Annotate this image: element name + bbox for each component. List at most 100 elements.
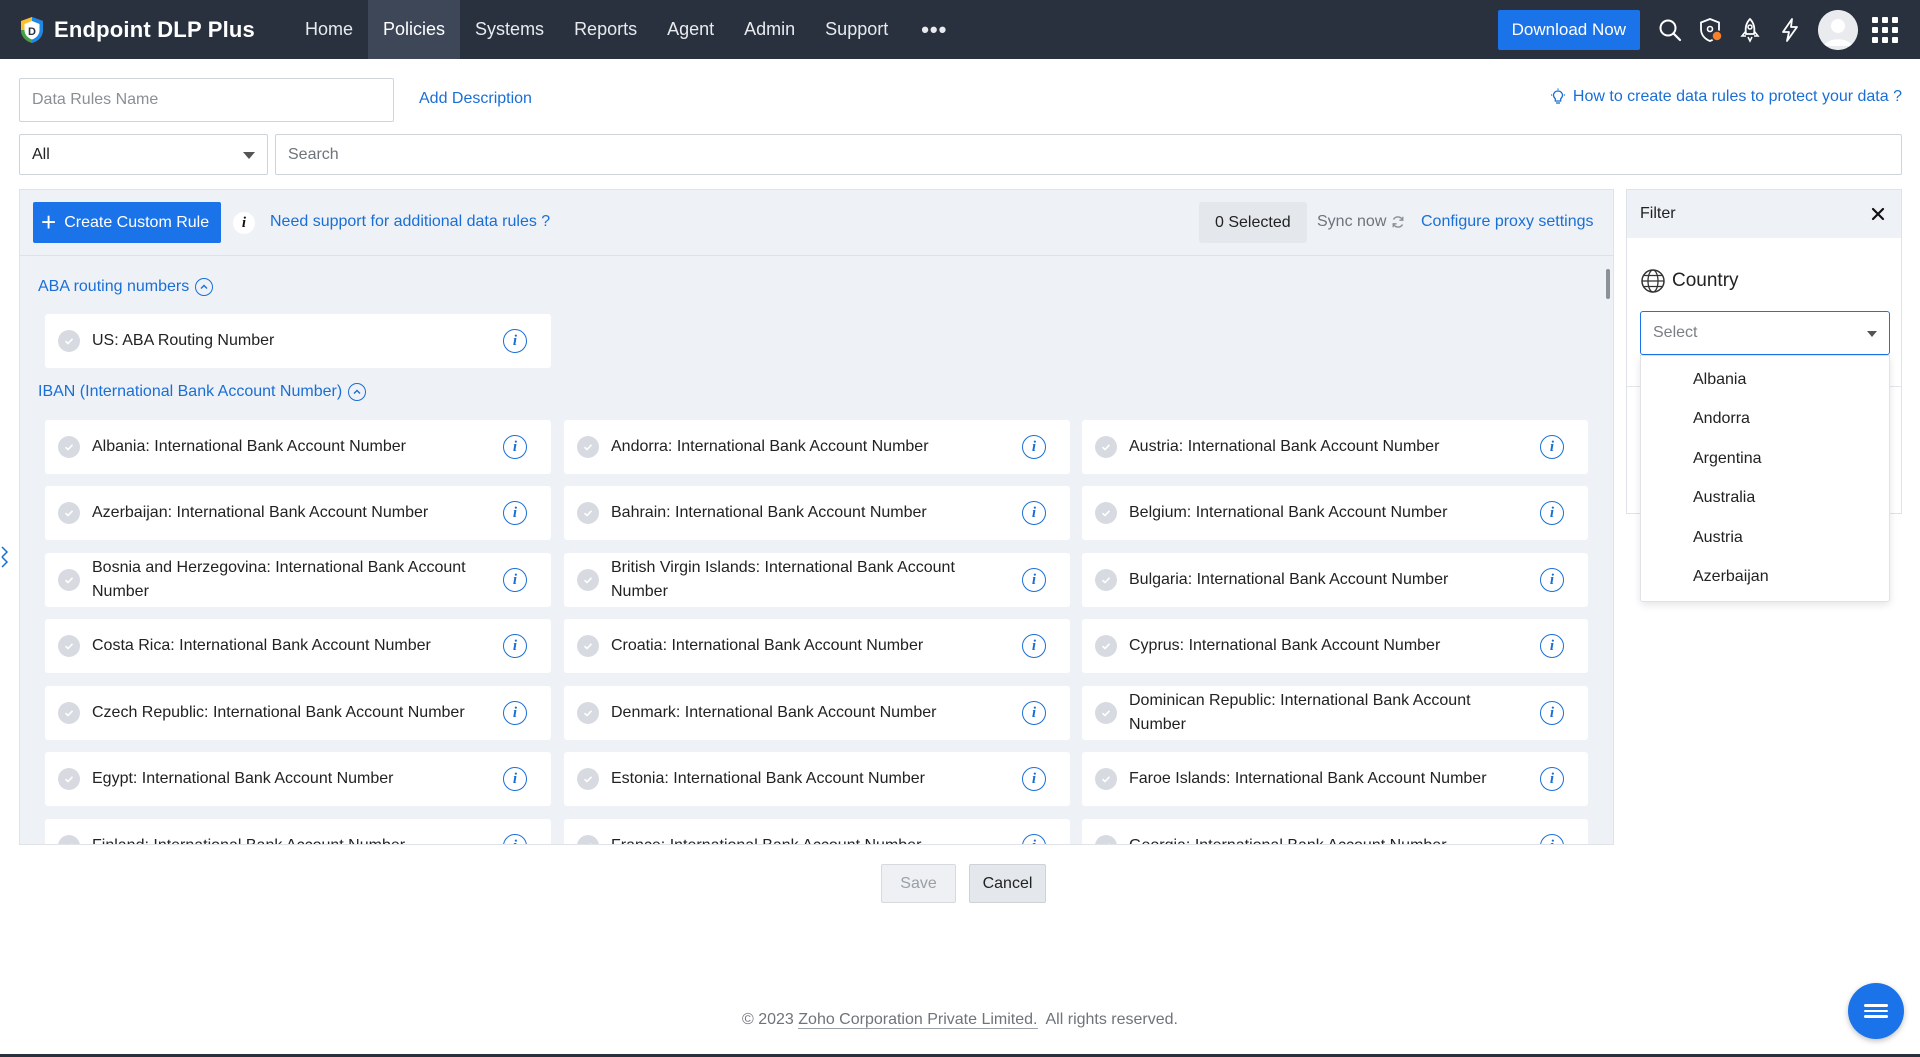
check-icon[interactable] (1095, 436, 1117, 458)
nav-admin[interactable]: Admin (729, 0, 810, 59)
rule-card[interactable]: Dominican Republic: International Bank A… (1082, 686, 1588, 740)
nav-agent[interactable]: Agent (652, 0, 729, 59)
rule-card[interactable]: Denmark: International Bank Account Numb… (564, 686, 1070, 740)
check-icon[interactable] (577, 436, 599, 458)
info-icon[interactable]: i (1540, 568, 1564, 592)
dropdown-option[interactable]: Azerbaijan (1693, 568, 1769, 586)
check-icon[interactable] (1095, 768, 1117, 790)
info-icon[interactable]: i (503, 701, 527, 725)
dropdown-option[interactable]: Andorra (1693, 410, 1750, 428)
nav-systems[interactable]: Systems (460, 0, 559, 59)
info-icon[interactable]: i (1540, 834, 1564, 844)
info-icon[interactable]: i (1540, 634, 1564, 658)
dropdown-option[interactable]: Albania (1693, 371, 1746, 389)
nav-reports[interactable]: Reports (559, 0, 652, 59)
info-icon[interactable]: i (1540, 701, 1564, 725)
dropdown-option[interactable]: Australia (1693, 489, 1755, 507)
search-icon[interactable] (1650, 10, 1690, 50)
data-rules-name-input[interactable] (19, 78, 394, 122)
rule-card[interactable]: Costa Rica: International Bank Account N… (45, 619, 551, 673)
dropdown-option[interactable]: Austria (1693, 529, 1743, 547)
info-icon[interactable]: i (1022, 568, 1046, 592)
rule-card[interactable]: Egypt: International Bank Account Number… (45, 752, 551, 806)
check-icon[interactable] (1095, 569, 1117, 591)
rule-card[interactable]: Albania: International Bank Account Numb… (45, 420, 551, 474)
need-support-link[interactable]: Need support for additional data rules ? (270, 213, 550, 231)
country-select[interactable]: Select (1640, 311, 1890, 355)
apps-grid-icon[interactable] (1872, 16, 1898, 43)
nav-home[interactable]: Home (290, 0, 368, 59)
nav-policies[interactable]: Policies (368, 0, 461, 59)
check-icon[interactable] (577, 702, 599, 724)
cancel-button[interactable]: Cancel (969, 864, 1046, 903)
configure-proxy-link[interactable]: Configure proxy settings (1421, 213, 1594, 231)
check-icon[interactable] (58, 635, 80, 657)
info-icon[interactable]: i (1022, 701, 1046, 725)
check-icon[interactable] (577, 768, 599, 790)
info-icon[interactable]: i (1540, 501, 1564, 525)
scrollbar-thumb[interactable] (1606, 269, 1610, 299)
menu-fab-button[interactable] (1848, 983, 1904, 1039)
rule-card[interactable]: Croatia: International Bank Account Numb… (564, 619, 1070, 673)
download-now-button[interactable]: Download Now (1497, 9, 1640, 50)
group-title-iban[interactable]: IBAN (International Bank Account Number) (38, 383, 367, 401)
check-icon[interactable] (58, 330, 80, 352)
rule-card[interactable]: British Virgin Islands: International Ba… (564, 553, 1070, 607)
check-icon[interactable] (577, 502, 599, 524)
more-menu-icon[interactable]: ••• (903, 0, 965, 59)
rule-card[interactable]: France: International Bank Account Numbe… (564, 819, 1070, 844)
info-icon[interactable]: i (1022, 435, 1046, 459)
rule-card[interactable]: Bulgaria: International Bank Account Num… (1082, 553, 1588, 607)
info-icon[interactable]: i (503, 834, 527, 844)
rule-card[interactable]: Faroe Islands: International Bank Accoun… (1082, 752, 1588, 806)
rule-card[interactable]: Andorra: International Bank Account Numb… (564, 420, 1070, 474)
rocket-icon[interactable] (1730, 10, 1770, 50)
check-icon[interactable] (58, 768, 80, 790)
info-icon[interactable]: i (1540, 767, 1564, 791)
info-icon[interactable]: i (503, 568, 527, 592)
check-icon[interactable] (58, 835, 80, 844)
group-title-aba[interactable]: ABA routing numbers (38, 278, 214, 296)
close-icon[interactable] (1867, 203, 1889, 225)
info-icon[interactable]: i (1540, 435, 1564, 459)
info-icon[interactable]: i (503, 634, 527, 658)
rule-card[interactable]: US: ABA Routing Number i (45, 314, 551, 368)
dropdown-option[interactable]: Argentina (1693, 450, 1762, 468)
check-icon[interactable] (577, 835, 599, 844)
category-select[interactable]: All (19, 134, 268, 175)
sidebar-expand-handle[interactable] (0, 544, 10, 570)
check-icon[interactable] (58, 702, 80, 724)
rule-card[interactable]: Bosnia and Herzegovina: International Ba… (45, 553, 551, 607)
rule-card[interactable]: Finland: International Bank Account Numb… (45, 819, 551, 844)
info-icon[interactable]: i (503, 501, 527, 525)
check-icon[interactable] (1095, 835, 1117, 844)
add-description-link[interactable]: Add Description (419, 90, 532, 108)
rule-card[interactable]: Bahrain: International Bank Account Numb… (564, 486, 1070, 540)
rule-card[interactable]: Azerbaijan: International Bank Account N… (45, 486, 551, 540)
rule-card[interactable]: Belgium: International Bank Account Numb… (1082, 486, 1588, 540)
rule-card[interactable]: Georgia: International Bank Account Numb… (1082, 819, 1588, 844)
company-link[interactable]: Zoho Corporation Private Limited. (798, 1011, 1038, 1029)
sync-now-button[interactable]: Sync now (1317, 213, 1405, 231)
check-icon[interactable] (1095, 702, 1117, 724)
lightning-icon[interactable] (1770, 10, 1810, 50)
info-icon[interactable]: i (1022, 634, 1046, 658)
info-icon[interactable]: i (1022, 767, 1046, 791)
howto-link[interactable]: How to create data rules to protect your… (1549, 88, 1902, 106)
save-button[interactable]: Save (881, 864, 956, 903)
info-icon[interactable]: i (503, 329, 527, 353)
check-icon[interactable] (58, 436, 80, 458)
user-avatar[interactable] (1818, 9, 1858, 50)
info-icon[interactable]: i (1022, 834, 1046, 844)
create-custom-rule-button[interactable]: + Create Custom Rule (33, 202, 222, 243)
rule-card[interactable]: Czech Republic: International Bank Accou… (45, 686, 551, 740)
check-icon[interactable] (577, 635, 599, 657)
check-icon[interactable] (1095, 502, 1117, 524)
security-shield-icon[interactable] (1690, 10, 1730, 50)
check-icon[interactable] (58, 569, 80, 591)
search-input[interactable] (275, 134, 1902, 175)
brand[interactable]: D Endpoint DLP Plus (18, 16, 280, 44)
rule-card[interactable]: Cyprus: International Bank Account Numbe… (1082, 619, 1588, 673)
rule-card[interactable]: Austria: International Bank Account Numb… (1082, 420, 1588, 474)
info-icon[interactable]: i (503, 767, 527, 791)
